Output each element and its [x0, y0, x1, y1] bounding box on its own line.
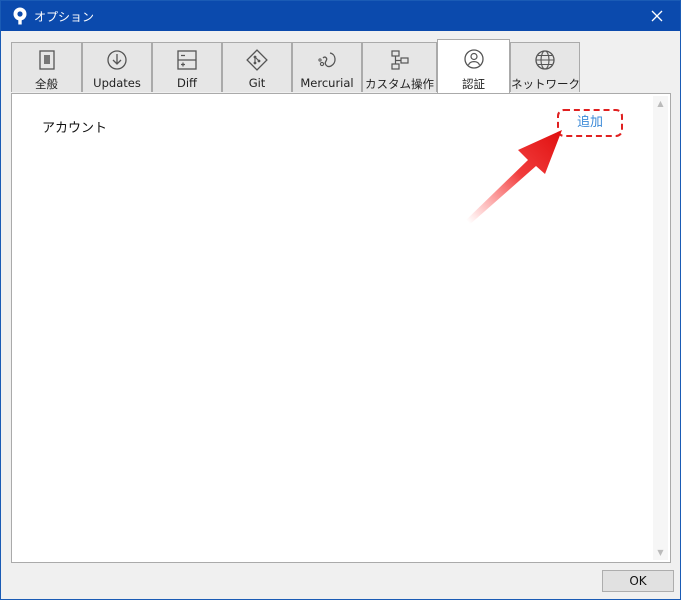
custom-actions-icon	[390, 50, 409, 70]
sourcetree-icon	[13, 7, 27, 25]
diff-icon	[177, 50, 197, 70]
tab-label: Updates	[93, 76, 141, 90]
tab-custom-actions[interactable]: カスタム操作	[362, 42, 437, 92]
toggle-icon	[38, 50, 55, 70]
close-button[interactable]	[634, 1, 680, 31]
tab-label: 全般	[35, 77, 58, 91]
download-icon	[107, 50, 127, 70]
mercurial-icon	[318, 52, 336, 68]
auth-panel: アカウント 追加 ▲ ▼	[11, 93, 671, 563]
vertical-scrollbar[interactable]: ▲ ▼	[653, 96, 668, 560]
tab-label: Git	[248, 76, 266, 90]
tab-label: カスタム操作	[365, 77, 434, 91]
globe-icon	[535, 50, 555, 70]
ok-button[interactable]: OK	[602, 570, 674, 592]
scroll-up-icon[interactable]: ▲	[653, 96, 668, 111]
title-bar: オプション	[1, 1, 680, 31]
tab-label: Mercurial	[300, 76, 354, 90]
tab-mercurial[interactable]: Mercurial	[292, 42, 362, 92]
tab-updates[interactable]: Updates	[82, 42, 152, 92]
close-icon	[651, 10, 663, 22]
account-label: アカウント	[42, 121, 108, 136]
tab-git[interactable]: Git	[222, 42, 292, 92]
window-title: オプション	[34, 10, 95, 24]
git-icon	[246, 49, 268, 71]
tab-label: 認証	[462, 77, 485, 91]
scroll-down-icon[interactable]: ▼	[653, 545, 668, 560]
tab-diff[interactable]: Diff	[152, 42, 222, 92]
tab-bar: 全般 Updates Diff Git Mercurial カスタム操作 認証	[11, 39, 671, 93]
tab-auth[interactable]: 認証	[437, 39, 510, 93]
tab-general[interactable]: 全般	[11, 42, 82, 92]
options-window: オプション 全般 Updates Diff Git Mercurial カスタム…	[0, 0, 681, 600]
add-account-link[interactable]: 追加	[557, 109, 623, 137]
tab-label: ネットワーク	[511, 77, 580, 91]
tab-label: Diff	[177, 76, 197, 90]
user-icon	[463, 49, 484, 69]
tab-network[interactable]: ネットワーク	[510, 42, 580, 92]
